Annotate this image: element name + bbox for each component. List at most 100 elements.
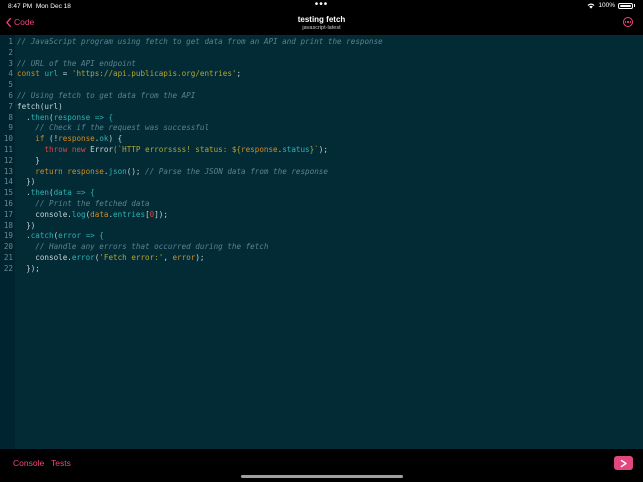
run-button[interactable] — [614, 456, 633, 470]
more-options-button[interactable] — [623, 17, 633, 27]
line-number: 19 — [3, 231, 13, 241]
code-text: if (!response.ok) { — [17, 134, 122, 145]
code-line[interactable]: 14 }) — [0, 177, 643, 188]
code-token: // Check if the request was successful — [17, 123, 210, 133]
code-token: // Using fetch to get data from the API — [17, 90, 196, 100]
bottom-bar: Console Tests — [0, 449, 643, 482]
code-text: .then(data => { — [17, 188, 95, 199]
line-number: 4 — [8, 69, 13, 79]
code-line[interactable]: 2 — [0, 48, 643, 59]
console-tab[interactable]: Console — [13, 458, 44, 468]
code-text: const url = 'https://api.publicapis.org/… — [17, 69, 241, 80]
code-token: => { — [71, 188, 95, 198]
code-token: ) { — [108, 134, 123, 144]
code-line[interactable]: 11 throw new Error(`HTTP errorssss! stat… — [0, 145, 643, 156]
code-token: catch — [30, 231, 54, 241]
code-token: // JavaScript program using fetch to get… — [17, 37, 383, 46]
code-line[interactable]: 16 // Print the fetched data — [0, 199, 643, 210]
code-token: Error — [90, 144, 114, 154]
code-token: response — [58, 134, 95, 144]
code-text: .then(response => { — [17, 113, 113, 124]
code-token: . — [17, 112, 31, 122]
line-number: 17 — [3, 209, 13, 219]
code-token: error — [172, 252, 196, 262]
code-line[interactable]: 9 // Check if the request was successful — [0, 123, 643, 134]
code-line[interactable]: 20 // Handle any errors that occurred du… — [0, 242, 643, 253]
code-token: // Parse the JSON data from the response — [145, 166, 328, 176]
code-line[interactable]: 13 return response.json(); // Parse the … — [0, 167, 643, 178]
code-editor[interactable]: 1 // JavaScript program using fetch to ge… — [0, 35, 643, 449]
code-line[interactable]: 19 .catch(error => { — [0, 231, 643, 242]
line-number: 12 — [3, 155, 13, 165]
status-clock: 8:47 PM — [8, 3, 33, 10]
code-line[interactable]: 7 fetch(url) — [0, 102, 643, 113]
code-token: // Print the fetched data — [17, 198, 150, 208]
home-indicator[interactable] — [241, 475, 403, 478]
code-token: (url) — [39, 101, 63, 111]
code-token: console. — [17, 209, 72, 219]
code-line[interactable]: 12 } — [0, 156, 643, 167]
ellipsis-icon — [624, 21, 627, 23]
code-token: error — [58, 231, 82, 241]
code-text: // Using fetch to get data from the API — [17, 91, 195, 102]
line-number: 13 — [3, 166, 13, 176]
code-token: if — [17, 134, 50, 144]
code-line[interactable]: 1 // JavaScript program using fetch to ge… — [0, 37, 643, 48]
code-token: ); — [318, 144, 328, 154]
code-token: const — [17, 69, 45, 79]
status-bar: 8:47 PM Mon Dec 18 ••• 100% — [0, 0, 643, 12]
code-text: fetch(url) — [17, 102, 63, 113]
code-line[interactable]: 21 console.error('Fetch error:', error); — [0, 253, 643, 264]
code-token: (); — [126, 166, 146, 176]
code-token: (`HTTP errorssss! status: ${ — [113, 144, 242, 154]
code-token: then — [30, 188, 50, 198]
line-number: 22 — [3, 263, 13, 273]
code-text: return response.json(); // Parse the JSO… — [17, 167, 328, 178]
code-line[interactable]: 22 }); — [0, 264, 643, 275]
line-number: 2 — [8, 47, 13, 57]
code-token: ; — [236, 69, 242, 79]
code-line[interactable]: 18 }) — [0, 221, 643, 232]
multitasking-dots[interactable]: ••• — [315, 0, 329, 10]
code-text: }); — [17, 264, 40, 275]
line-number: 7 — [8, 101, 13, 111]
code-token: data — [53, 188, 72, 198]
code-token: status — [282, 144, 310, 154]
code-line[interactable]: 6 // Using fetch to get data from the API — [0, 91, 643, 102]
line-number: 15 — [3, 188, 13, 198]
code-text: // URL of the API endpoint — [17, 59, 136, 70]
page-subtitle: javascript-latest — [302, 25, 341, 31]
code-token: // URL of the API endpoint — [17, 58, 136, 68]
line-number: 3 — [8, 58, 13, 68]
code-line[interactable]: 17 console.log(data.entries[0]); — [0, 210, 643, 221]
battery-icon — [618, 2, 633, 9]
code-text: // JavaScript program using fetch to get… — [17, 37, 383, 48]
ellipsis-dot — [627, 21, 629, 23]
line-number: 6 — [8, 90, 13, 100]
code-area[interactable]: 1 // JavaScript program using fetch to ge… — [0, 37, 643, 275]
line-number: 8 — [8, 112, 13, 122]
line-number: 20 — [3, 242, 13, 252]
line-number: 1 — [8, 37, 13, 46]
code-line[interactable]: 10 if (!response.ok) { — [0, 134, 643, 145]
line-number: 18 — [3, 220, 13, 230]
play-icon — [620, 459, 627, 467]
code-line[interactable]: 5 — [0, 80, 643, 91]
code-token: = — [58, 69, 72, 79]
code-token: ]); — [154, 209, 168, 219]
code-line[interactable]: 4 const url = 'https://api.publicapis.org… — [0, 69, 643, 80]
code-token: throw new — [17, 144, 91, 154]
code-token: return — [17, 166, 68, 176]
code-token: response — [241, 144, 278, 154]
line-number: 5 — [8, 80, 13, 90]
code-line[interactable]: 8 .then(response => { — [0, 113, 643, 124]
battery-cap — [634, 4, 635, 7]
line-number: 10 — [3, 134, 13, 144]
code-line[interactable]: 3 // URL of the API endpoint — [0, 59, 643, 70]
code-token: ); — [195, 252, 205, 262]
code-token: 'https://api.publicapis.org/entries' — [71, 69, 237, 79]
code-line[interactable]: 15 .then(data => { — [0, 188, 643, 199]
code-token: console. — [17, 252, 72, 262]
code-text: } — [17, 156, 40, 167]
tests-tab[interactable]: Tests — [51, 458, 71, 468]
